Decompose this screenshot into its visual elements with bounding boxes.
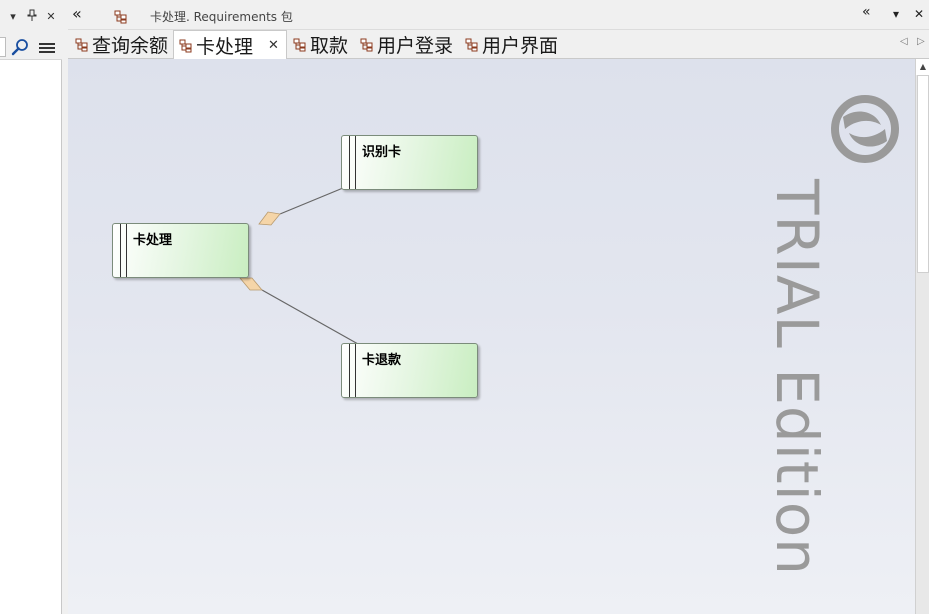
diagram-canvas[interactable]: 识别卡 卡处理 卡退款 TRIAL Edition xyxy=(68,59,915,614)
diagram-icon xyxy=(293,38,306,51)
tab-query-balance[interactable]: 查询余额 xyxy=(70,30,168,59)
element-stereotype-bar xyxy=(349,344,350,397)
element-stereotype-bar xyxy=(355,136,356,189)
tab-card-processing[interactable]: 卡处理 ✕ xyxy=(173,30,287,60)
aggregation-connector[interactable] xyxy=(279,187,344,215)
tab-close-button[interactable]: ✕ xyxy=(268,38,279,53)
diagram-icon xyxy=(75,38,88,51)
diagram-icon xyxy=(465,38,478,51)
canvas-vertical-scrollbar[interactable]: ▲ xyxy=(915,59,929,614)
tab-label: 用户登录 xyxy=(377,35,454,57)
aggregation-diamond xyxy=(258,211,281,226)
tab-label: 用户界面 xyxy=(482,35,559,57)
left-panel-toolbar xyxy=(0,34,62,60)
tab-scroll-left-button[interactable]: ◁ xyxy=(900,36,908,47)
hamburger-menu-icon[interactable] xyxy=(38,40,56,59)
sparx-logo-icon xyxy=(831,95,899,163)
package-icon xyxy=(114,9,128,28)
breadcrumb-bar: « 卡处理. Requirements 包 « ▾ ✕ xyxy=(68,0,929,30)
trial-watermark: TRIAL Edition xyxy=(763,89,899,589)
panel-close-button[interactable]: ✕ xyxy=(44,9,58,25)
tab-user-interface[interactable]: 用户界面 xyxy=(460,30,558,59)
element-stereotype-bar xyxy=(126,224,127,277)
breadcrumb-back-button[interactable]: « xyxy=(72,4,82,23)
search-icon[interactable] xyxy=(11,38,29,60)
watermark-text: TRIAL Edition xyxy=(763,179,831,576)
scroll-up-arrow-icon[interactable]: ▲ xyxy=(916,59,929,75)
breadcrumb-history-button[interactable]: « xyxy=(862,4,871,20)
requirement-element-eject-card[interactable]: 卡退款 xyxy=(341,343,478,398)
element-name: 卡处理 xyxy=(133,233,173,248)
diagram-tab-bar: 查询余额 卡处理 ✕ 取款 用户登录 用户界面 ◁ ▷ xyxy=(68,30,929,60)
element-stereotype-bar xyxy=(355,344,356,397)
element-name: 识别卡 xyxy=(362,145,402,160)
pin-icon xyxy=(27,9,37,21)
element-stereotype-bar xyxy=(120,224,121,277)
aggregation-diamond xyxy=(239,277,263,291)
diagram-icon xyxy=(360,38,373,51)
diagram-icon xyxy=(179,39,192,52)
breadcrumb-close-button[interactable]: ✕ xyxy=(914,7,924,21)
breadcrumb-dropdown-button[interactable]: ▾ xyxy=(893,7,899,21)
scrollbar-thumb[interactable] xyxy=(917,75,929,273)
requirement-element-card-processing[interactable]: 卡处理 xyxy=(112,223,249,278)
tab-label: 取款 xyxy=(310,35,349,57)
tab-label: 查询余额 xyxy=(92,35,169,57)
panel-dropdown-button[interactable]: ▾ xyxy=(6,9,20,25)
tab-withdraw[interactable]: 取款 xyxy=(288,30,348,59)
left-dock-panel: ▾ ✕ xyxy=(0,0,62,614)
breadcrumb-path[interactable]: 卡处理. Requirements 包 xyxy=(150,8,293,25)
panel-pin-button[interactable] xyxy=(25,9,39,25)
requirement-element-identify-card[interactable]: 识别卡 xyxy=(341,135,478,190)
left-panel-titlebar: ▾ ✕ xyxy=(0,0,62,34)
element-stereotype-bar xyxy=(349,136,350,189)
element-name: 卡退款 xyxy=(362,353,402,368)
aggregation-connector[interactable] xyxy=(261,289,359,345)
tab-scroll-right-button[interactable]: ▷ xyxy=(917,36,925,47)
tab-user-login[interactable]: 用户登录 xyxy=(355,30,453,59)
tab-label: 卡处理 xyxy=(196,36,254,58)
left-search-input[interactable] xyxy=(0,37,6,57)
